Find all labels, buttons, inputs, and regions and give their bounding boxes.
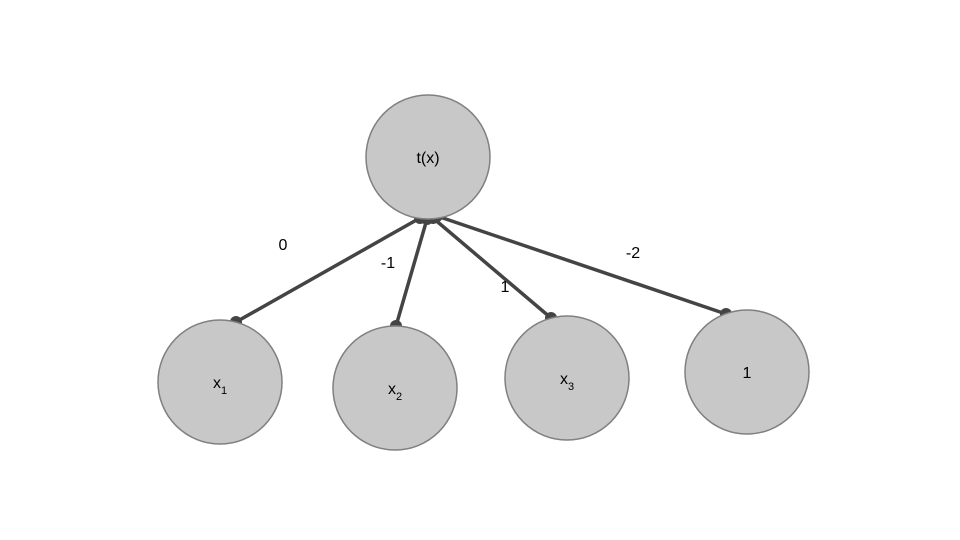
edges-group — [230, 210, 732, 332]
output-node: t(x) — [366, 95, 490, 219]
input-node-x2: x2 — [333, 326, 457, 450]
output-node-label: t(x) — [416, 150, 439, 167]
edge-x2 — [396, 219, 427, 326]
input-node-x1: x1 — [158, 320, 282, 444]
input-node-x3: x3 — [505, 316, 629, 440]
input-nodes-group: x1 x2 x3 1 — [158, 310, 809, 450]
neural-network-diagram: t(x) x1 x2 x3 1 — [0, 0, 960, 540]
input-node-bias: 1 — [685, 310, 809, 434]
edge-label-x3: 1 — [501, 279, 510, 296]
edge-label-x2: -1 — [381, 255, 395, 272]
edge-label-bias: -2 — [626, 245, 640, 262]
edge-bias — [437, 216, 726, 314]
input-node-bias-label: 1 — [743, 365, 752, 382]
edge-label-x1: 0 — [279, 237, 288, 254]
